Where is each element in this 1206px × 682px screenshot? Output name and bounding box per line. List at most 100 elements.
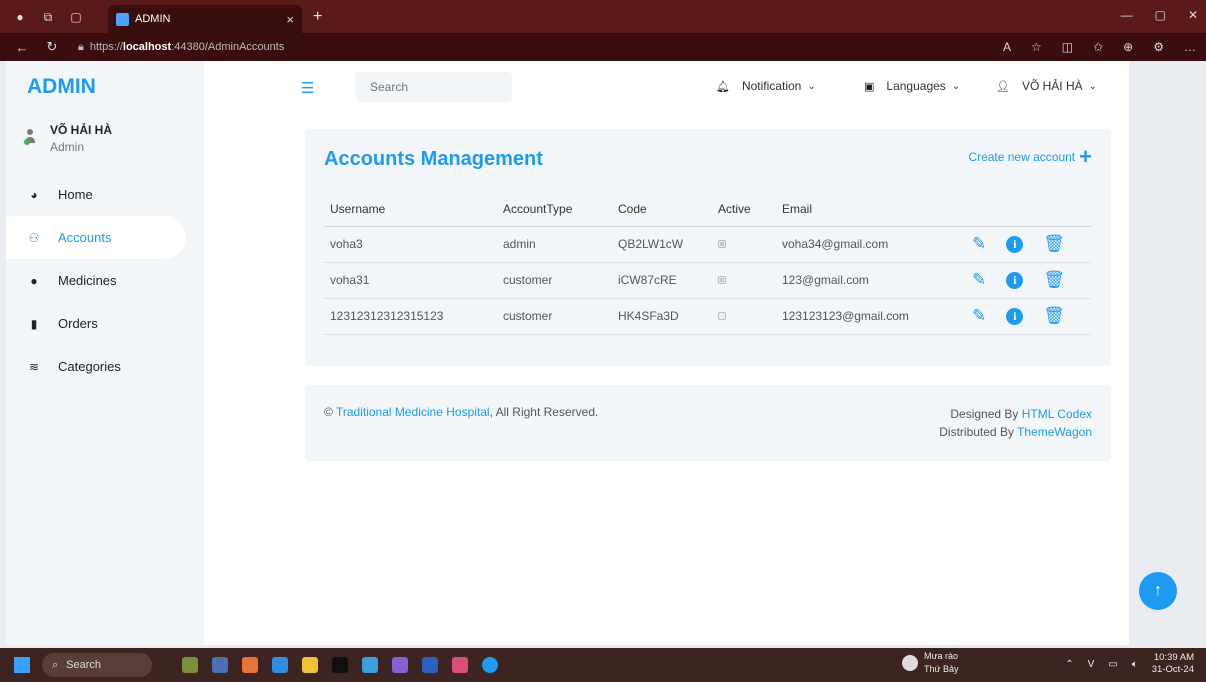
trash-icon[interactable]: 🗑︎ (1043, 270, 1065, 290)
info-icon[interactable]: i (1006, 307, 1024, 325)
weather-title: Mưa rào (924, 651, 959, 661)
avatar (24, 129, 38, 151)
hospital-link[interactable]: Traditional Medicine Hospital (336, 405, 490, 419)
languages-label: Languages (886, 79, 946, 93)
network-icon[interactable]: ▭ (1108, 659, 1117, 670)
edit-icon[interactable]: ✎ (972, 234, 986, 254)
info-icon[interactable]: i (1006, 271, 1024, 289)
browser-toolbar-icons: A ☆ ◫ ✩ ⊕ ⚙ … (1003, 40, 1196, 54)
read-aloud-icon[interactable]: A (1003, 40, 1011, 54)
user-label: VÕ HẢI HÀ (1021, 79, 1083, 93)
file-explorer-icon[interactable] (302, 657, 318, 673)
cell-account-type: admin (497, 226, 612, 263)
page-title: Accounts Management (324, 148, 543, 170)
cell-actions: ✎ i 🗑︎ (966, 262, 1091, 299)
sidebar-item-label: Accounts (58, 230, 112, 245)
edit-icon[interactable]: ✎ (972, 306, 986, 326)
widgets-icon[interactable] (182, 657, 198, 673)
info-icon[interactable]: i (1006, 235, 1024, 253)
url-path: :44380/AdminAccounts (171, 41, 285, 53)
sidebar-item-medicines[interactable]: ● Medicines (6, 259, 204, 302)
column-header-active: Active (712, 192, 776, 227)
sidebar-item-label: Medicines (58, 273, 117, 288)
languages-dropdown[interactable]: ▣ Languages ⌄ (864, 79, 960, 93)
maximize-icon[interactable]: ▢ (1155, 8, 1166, 22)
weather-widget[interactable]: Mưa rào Thứ Bảy (902, 650, 959, 676)
task-view-icon[interactable] (212, 657, 228, 673)
url-field[interactable]: 🔒︎ https://localhost:44380/AdminAccounts (78, 41, 284, 54)
sidebar-item-home[interactable]: ◕ Home (6, 173, 204, 216)
dashboard-icon: ◕ (30, 187, 38, 202)
browser-tab[interactable]: ADMIN × (108, 5, 302, 33)
taskbar-search[interactable]: ⌕ Search (42, 653, 152, 677)
back-to-top-button[interactable]: ↑ (1139, 572, 1177, 610)
favorites-icon[interactable]: ✩ (1093, 40, 1103, 54)
main-content: ☰ 🔔︎ Notification ⌄ ▣ Languages ⌄ 👤︎ VÕ … (204, 61, 1129, 645)
cell-email: 123@gmail.com (776, 262, 966, 299)
distributor-link[interactable]: ThemeWagon (1017, 425, 1092, 439)
windows-start-icon[interactable] (14, 657, 30, 673)
window-controls: — ▢ ✕ (1121, 8, 1198, 22)
workspaces-icon[interactable]: ⧉ (40, 9, 56, 25)
chevron-up-icon[interactable]: ⌃ (1065, 659, 1073, 670)
sidebar-item-categories[interactable]: ≋ Categories (6, 345, 204, 388)
tiktok-icon[interactable] (332, 657, 348, 673)
tab-title: ADMIN (135, 13, 171, 25)
app-icon[interactable] (452, 657, 468, 673)
table-header-row: Username AccountType Code Active Email (324, 192, 1091, 227)
todo-icon[interactable] (272, 657, 288, 673)
column-header-accounttype: AccountType (497, 192, 612, 227)
sidebar-item-accounts[interactable]: ⚇ Accounts (6, 216, 186, 259)
new-tab-button[interactable]: + (313, 8, 322, 26)
user-dropdown[interactable]: 👤︎ VÕ HẢI HÀ ⌄ (996, 79, 1097, 93)
column-header-username: Username (324, 192, 497, 227)
trash-icon[interactable]: 🗑︎ (1043, 306, 1065, 326)
table-row: voha31 customer iCW87cRE 123@gmail.com ✎… (324, 262, 1091, 299)
cell-actions: ✎ i 🗑︎ (966, 298, 1091, 335)
brand-title[interactable]: ADMIN (27, 75, 96, 99)
profile-icon[interactable]: ● (12, 9, 28, 25)
sidebar-item-label: Categories (58, 359, 121, 374)
minimize-icon[interactable]: — (1121, 8, 1133, 22)
sidebar-user-role: Admin (50, 140, 85, 154)
taskbar-search-label: Search (66, 659, 102, 671)
pills-icon: ● (30, 273, 38, 288)
split-screen-icon[interactable]: ◫ (1062, 40, 1073, 54)
refresh-icon[interactable]: ↻ (44, 39, 60, 55)
more-icon[interactable]: … (1184, 40, 1196, 54)
weather-rain-icon (902, 655, 918, 671)
designer-link[interactable]: HTML Codex (1022, 407, 1092, 421)
search-input[interactable] (355, 72, 512, 102)
cell-actions: ✎ i 🗑︎ (966, 226, 1091, 263)
trash-icon[interactable]: 🗑︎ (1043, 234, 1065, 254)
collections-icon[interactable]: ⊕ (1123, 40, 1133, 54)
visual-studio-icon[interactable] (392, 657, 408, 673)
create-account-label: Create new account (968, 150, 1076, 164)
accounts-panel: Accounts Management Create new account +… (305, 129, 1111, 366)
footer-copyright: © Traditional Medicine Hospital, All Rig… (324, 405, 598, 419)
table-row: 12312312312315123 customer HK4SFa3D 1231… (324, 298, 1091, 335)
clock-time: 10:39 AM (1153, 652, 1194, 663)
tab-actions-icon[interactable]: ▢ (68, 9, 84, 25)
url-prefix: https:// (89, 41, 123, 53)
vpn-icon[interactable]: V (1088, 659, 1095, 670)
volume-icon[interactable]: 🔈︎ (1132, 659, 1138, 670)
favorite-star-icon[interactable]: ☆ (1031, 40, 1042, 54)
create-account-button[interactable]: Create new account + (968, 146, 1092, 168)
footer-credits: Designed By HTML Codex Distributed By Th… (939, 405, 1092, 441)
store-icon[interactable] (362, 657, 378, 673)
sidebar-item-orders[interactable]: ▮ Orders (6, 302, 204, 345)
notification-dropdown[interactable]: 🔔︎ Notification ⌄ (716, 79, 816, 93)
edit-icon[interactable]: ✎ (972, 270, 986, 290)
edge-icon[interactable] (482, 657, 498, 673)
designed-by-text: Designed By (950, 407, 1022, 421)
close-window-icon[interactable]: ✕ (1188, 8, 1198, 22)
active-checkbox (718, 240, 726, 248)
copilot-icon[interactable] (242, 657, 258, 673)
tab-close-button[interactable]: × (286, 12, 294, 27)
word-icon[interactable] (422, 657, 438, 673)
back-icon[interactable]: ← (14, 40, 30, 55)
extensions-icon[interactable]: ⚙ (1153, 40, 1164, 54)
menu-toggle-icon[interactable]: ☰ (301, 79, 314, 97)
clock[interactable]: 10:39 AM 31-Oct-24 (1152, 652, 1194, 676)
